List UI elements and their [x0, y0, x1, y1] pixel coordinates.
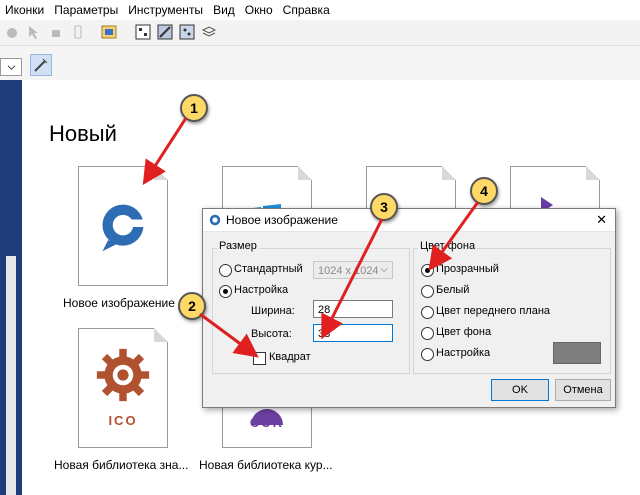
custom-label: Настройка [234, 284, 289, 296]
bg-background-radio[interactable] [421, 327, 434, 340]
bg-white-radio[interactable] [421, 285, 434, 298]
menu-params[interactable]: Параметры [49, 3, 123, 17]
chevron-down-icon [380, 268, 388, 273]
menu-icons[interactable]: Иконки [0, 3, 49, 17]
card-caption-ico-library: Новая библиотека зна... [54, 458, 189, 472]
menu-help[interactable]: Справка [278, 3, 335, 17]
pattern-icon[interactable] [157, 24, 173, 40]
scrollbar[interactable] [6, 256, 16, 495]
custom-color-swatch[interactable] [553, 342, 601, 364]
bg-color-group-title: Цвет фона [418, 240, 478, 252]
ok-button[interactable]: OK [491, 379, 549, 401]
callout-4: 4 [470, 177, 498, 205]
custom-radio[interactable] [219, 285, 232, 298]
toolbar-top [0, 20, 640, 46]
dialog-titlebar: Новое изображение ✕ [203, 209, 615, 232]
grid-icon[interactable] [135, 24, 151, 40]
callout-3: 3 [370, 193, 398, 221]
bg-transparent-radio[interactable] [421, 264, 434, 277]
close-icon[interactable]: ✕ [596, 212, 607, 228]
size-group-title: Размер [217, 240, 259, 252]
card-caption-new-image: Новое изображение [63, 296, 175, 310]
bg-transparent-label: Прозрачный [436, 263, 499, 275]
page-title: Новый [49, 121, 117, 146]
wand-icon [34, 58, 48, 72]
chevron-down-icon [7, 65, 16, 70]
menu-window[interactable]: Окно [240, 3, 278, 17]
cancel-button[interactable]: Отмена [555, 379, 611, 401]
bg-foreground-radio[interactable] [421, 306, 434, 319]
width-value: 28 [318, 304, 331, 316]
standard-size-select: 1024 x 1024 [313, 261, 393, 279]
cursor-icon[interactable] [26, 24, 42, 40]
apple-icon[interactable] [4, 24, 20, 40]
card-ico-library[interactable]: ICO [78, 328, 168, 448]
bg-background-label: Цвет фона [436, 326, 492, 338]
height-label: Высота: [251, 328, 292, 340]
app-logo-icon [209, 214, 221, 226]
phone-icon[interactable] [70, 24, 86, 40]
menu-bar: Иконки Параметры Инструменты Вид Окно Сп… [0, 0, 640, 20]
card-new-image[interactable] [78, 166, 168, 286]
width-label: Ширина: [251, 305, 295, 317]
app-logo-icon [102, 204, 144, 252]
toolbar-secondary [0, 46, 640, 81]
bg-custom-radio[interactable] [421, 348, 434, 361]
dots-icon[interactable] [179, 24, 195, 40]
gear-icon [96, 348, 150, 402]
callout-2: 2 [178, 292, 206, 320]
layers-icon[interactable] [201, 24, 217, 40]
menu-tools[interactable]: Инструменты [123, 3, 208, 17]
card-caption-cur-library: Новая библиотека кур... [199, 458, 333, 472]
dialog-title: Новое изображение [226, 213, 338, 227]
height-input[interactable]: 38 [313, 324, 393, 342]
bg-foreground-label: Цвет переднего плана [436, 305, 551, 317]
callout-1: 1 [180, 94, 208, 122]
tool-button[interactable] [30, 54, 52, 76]
square-label: Квадрат [269, 351, 311, 363]
bg-custom-label: Настройка [436, 347, 491, 359]
standard-label: Стандартный [234, 263, 303, 275]
menu-view[interactable]: Вид [208, 3, 240, 17]
height-value: 38 [318, 328, 331, 340]
left-panel [0, 80, 22, 495]
card-badge-ico: ICO [108, 413, 138, 428]
size-dropdown[interactable] [0, 58, 22, 76]
width-input[interactable]: 28 [313, 300, 393, 318]
standard-size-value: 1024 x 1024 [318, 265, 379, 277]
bg-white-label: Белый [436, 284, 470, 296]
image-icon[interactable] [101, 24, 117, 40]
square-checkbox[interactable] [253, 352, 266, 365]
standard-radio[interactable] [219, 264, 232, 277]
new-image-dialog: Новое изображение ✕ Размер Стандартный 1… [202, 208, 616, 408]
android-icon[interactable] [48, 24, 64, 40]
card-badge-cur: CUR [249, 415, 285, 430]
